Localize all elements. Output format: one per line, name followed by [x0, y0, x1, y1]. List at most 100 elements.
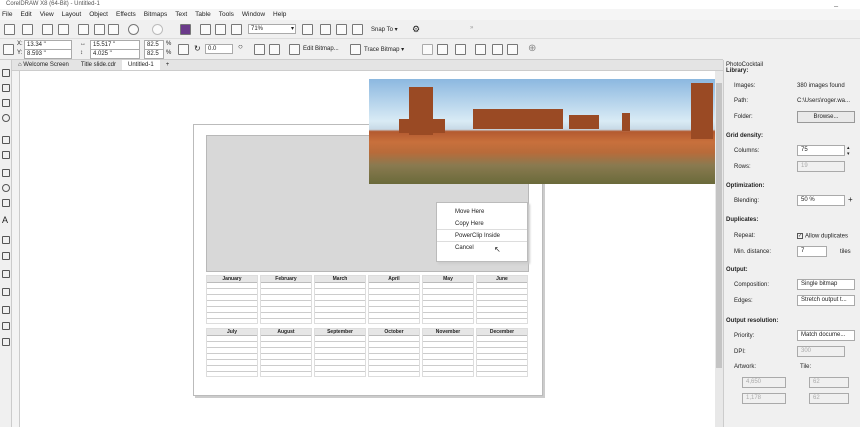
crop-tool-icon[interactable] [2, 99, 10, 107]
dpi-field[interactable]: 300 [797, 346, 845, 357]
toolbar-overflow-icon[interactable]: » [470, 25, 473, 31]
menu-window[interactable]: Window [242, 11, 265, 18]
menu-text[interactable]: Text [175, 11, 187, 18]
lock-ratio-icon[interactable] [178, 44, 189, 55]
y-position-field[interactable]: 8.593 " [24, 49, 72, 59]
tab-welcome-screen[interactable]: ⌂ Welcome Screen [12, 60, 75, 70]
move-here-item[interactable]: Move Here [437, 206, 527, 218]
landscape-photo[interactable] [369, 79, 731, 184]
paste-icon[interactable] [108, 24, 119, 35]
artwork-width-field[interactable]: 4,650 [742, 377, 786, 388]
corel-connect-icon[interactable] [180, 24, 191, 35]
zoom-tool-icon[interactable] [2, 114, 10, 122]
ellipse-tool-icon[interactable] [2, 184, 10, 192]
link-icon[interactable] [507, 44, 518, 55]
tile-height-field[interactable]: 62 [809, 393, 849, 404]
docker-scrollbar[interactable] [715, 71, 723, 427]
edit-bitmap-button[interactable]: Edit Bitmap... [303, 46, 339, 52]
text-tool-icon[interactable]: A [2, 216, 10, 225]
menu-edit[interactable]: Edit [20, 11, 31, 18]
trace-bitmap-button[interactable]: Trace Bitmap ▾ [364, 46, 404, 53]
powerclip-inside-item[interactable]: PowerClip Inside [437, 230, 527, 242]
position-icon[interactable] [492, 44, 503, 55]
menu-object[interactable]: Object [89, 11, 108, 18]
columns-spinner[interactable]: ▴ ▾ [847, 145, 850, 157]
redo-icon[interactable] [152, 24, 163, 35]
publish-pdf-icon[interactable] [231, 24, 242, 35]
rectangle-tool-icon[interactable] [2, 169, 10, 177]
bitmap-border-icon[interactable] [455, 44, 466, 55]
composition-select[interactable]: Single bitmap [797, 279, 855, 290]
freehand-tool-icon[interactable] [2, 136, 10, 144]
cancel-item[interactable]: Cancel [437, 242, 527, 254]
guidelines-icon[interactable] [352, 24, 363, 35]
transparency-icon[interactable] [2, 288, 10, 296]
connector-tool-icon[interactable] [2, 252, 10, 260]
month-calendar: September [314, 328, 366, 377]
menu-effects[interactable]: Effects [116, 11, 136, 18]
undo-icon[interactable] [128, 24, 139, 35]
edges-select[interactable]: Stretch output t... [797, 295, 855, 306]
menu-view[interactable]: View [40, 11, 54, 18]
smart-fill-icon[interactable] [2, 338, 10, 346]
cut-icon[interactable] [78, 24, 89, 35]
height-field[interactable]: 4.025 " [90, 49, 140, 59]
trace-bitmap-icon[interactable] [350, 44, 361, 55]
snap-to-dropdown[interactable]: Snap To ▾ [371, 26, 398, 33]
import-icon[interactable] [200, 24, 211, 35]
print-icon[interactable] [58, 24, 69, 35]
menu-file[interactable]: File [2, 11, 12, 18]
rows-field[interactable]: 19 [797, 161, 845, 172]
export-icon[interactable] [215, 24, 226, 35]
copy-here-item[interactable]: Copy Here [437, 218, 527, 230]
browse-button[interactable]: Browse... [797, 111, 855, 123]
menu-layout[interactable]: Layout [62, 11, 82, 18]
priority-select[interactable]: Match docume... [797, 330, 855, 341]
pick-tool-icon[interactable] [2, 69, 10, 77]
drop-shadow-icon[interactable] [2, 270, 10, 278]
eyedropper-icon[interactable] [2, 306, 10, 314]
crop-bitmap-icon[interactable] [422, 44, 433, 55]
zoom-level-field[interactable]: 71% ▾ [248, 24, 296, 34]
scale-y-field[interactable]: 82.5 [144, 49, 164, 59]
vertical-ruler[interactable] [12, 71, 20, 427]
add-tab-icon[interactable]: + [160, 60, 176, 70]
polygon-tool-icon[interactable] [2, 199, 10, 207]
artistic-media-icon[interactable] [2, 151, 10, 159]
wrap-text-icon[interactable] [475, 44, 486, 55]
menu-table[interactable]: Table [195, 11, 211, 18]
min-distance-field[interactable]: 7 [797, 246, 827, 257]
artwork-height-field[interactable]: 1,178 [742, 393, 786, 404]
rulers-icon[interactable] [320, 24, 331, 35]
tile-width-field[interactable]: 62 [809, 377, 849, 388]
grid-icon[interactable] [336, 24, 347, 35]
new-document-icon[interactable] [4, 24, 15, 35]
edit-bitmap-icon[interactable] [289, 44, 300, 55]
resample-icon[interactable] [437, 44, 448, 55]
shape-tool-icon[interactable] [2, 84, 10, 92]
copy-icon[interactable] [94, 24, 105, 35]
options-gear-icon[interactable]: ⚙ [412, 24, 420, 35]
add-icon[interactable]: ⊕ [528, 43, 536, 54]
interactive-fill-icon[interactable] [2, 322, 10, 330]
object-origin-icon[interactable] [3, 44, 14, 55]
mirror-vertical-icon[interactable] [269, 44, 280, 55]
rotation-field[interactable]: 0.0 [205, 44, 233, 54]
menu-bitmaps[interactable]: Bitmaps [144, 11, 167, 18]
minimize-button[interactable]: _ [834, 0, 838, 7]
menu-tools[interactable]: Tools [219, 11, 234, 18]
tab-title-slide[interactable]: Title slide.cdr [75, 60, 122, 70]
scrollbar-thumb[interactable] [716, 83, 722, 368]
mirror-horizontal-icon[interactable] [254, 44, 265, 55]
save-icon[interactable] [42, 24, 53, 35]
tab-untitled-1[interactable]: Untitled-1 [122, 60, 160, 70]
columns-field[interactable]: 75 [797, 145, 845, 156]
open-icon[interactable] [22, 24, 33, 35]
dimension-tool-icon[interactable] [2, 236, 10, 244]
drawing-canvas[interactable]: January February March April May June Ju… [20, 71, 731, 427]
full-screen-icon[interactable] [302, 24, 313, 35]
blending-add-icon[interactable]: + [848, 195, 853, 204]
menu-help[interactable]: Help [273, 11, 286, 18]
allow-duplicates-checkbox[interactable]: ✓ Allow duplicates [797, 233, 848, 240]
blending-field[interactable]: 50 % [797, 195, 845, 206]
